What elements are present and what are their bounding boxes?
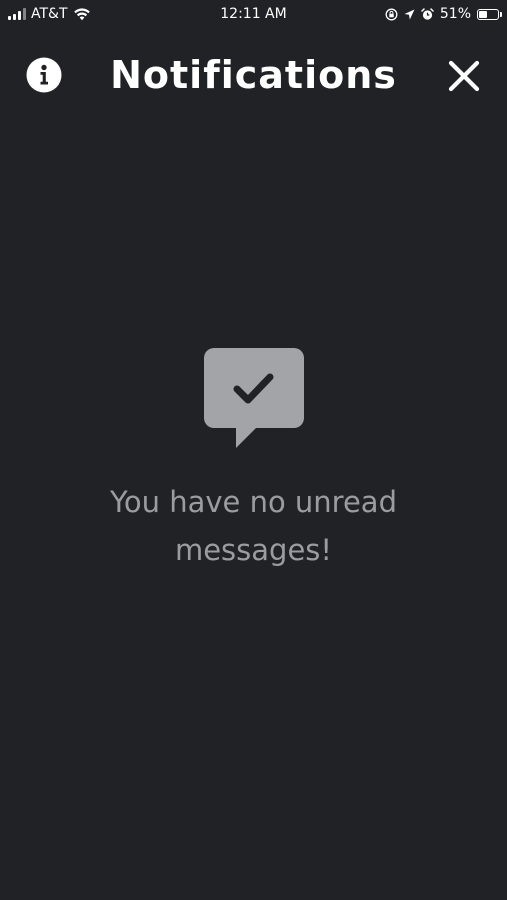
battery-percent: 51% — [439, 6, 471, 22]
battery-cap — [500, 11, 502, 17]
empty-state-message: You have no unread messages! — [110, 485, 397, 567]
battery-fill — [479, 10, 487, 18]
alarm-icon — [421, 7, 434, 20]
header: Notifications — [0, 48, 507, 102]
empty-state: You have no unread messages! — [0, 348, 507, 574]
screen-rotation-lock-icon — [385, 8, 398, 20]
close-icon — [448, 60, 480, 92]
notifications-screen: AT&T 12:11 AM 51% Notifications You have… — [0, 0, 507, 900]
close-button[interactable] — [447, 59, 481, 93]
location-arrow-icon — [404, 9, 415, 19]
status-bar: AT&T 12:11 AM 51% — [0, 0, 507, 28]
battery-icon — [477, 8, 502, 20]
chat-check-icon — [203, 348, 304, 448]
page-title: Notifications — [110, 53, 397, 97]
status-right: 51% — [385, 5, 502, 23]
